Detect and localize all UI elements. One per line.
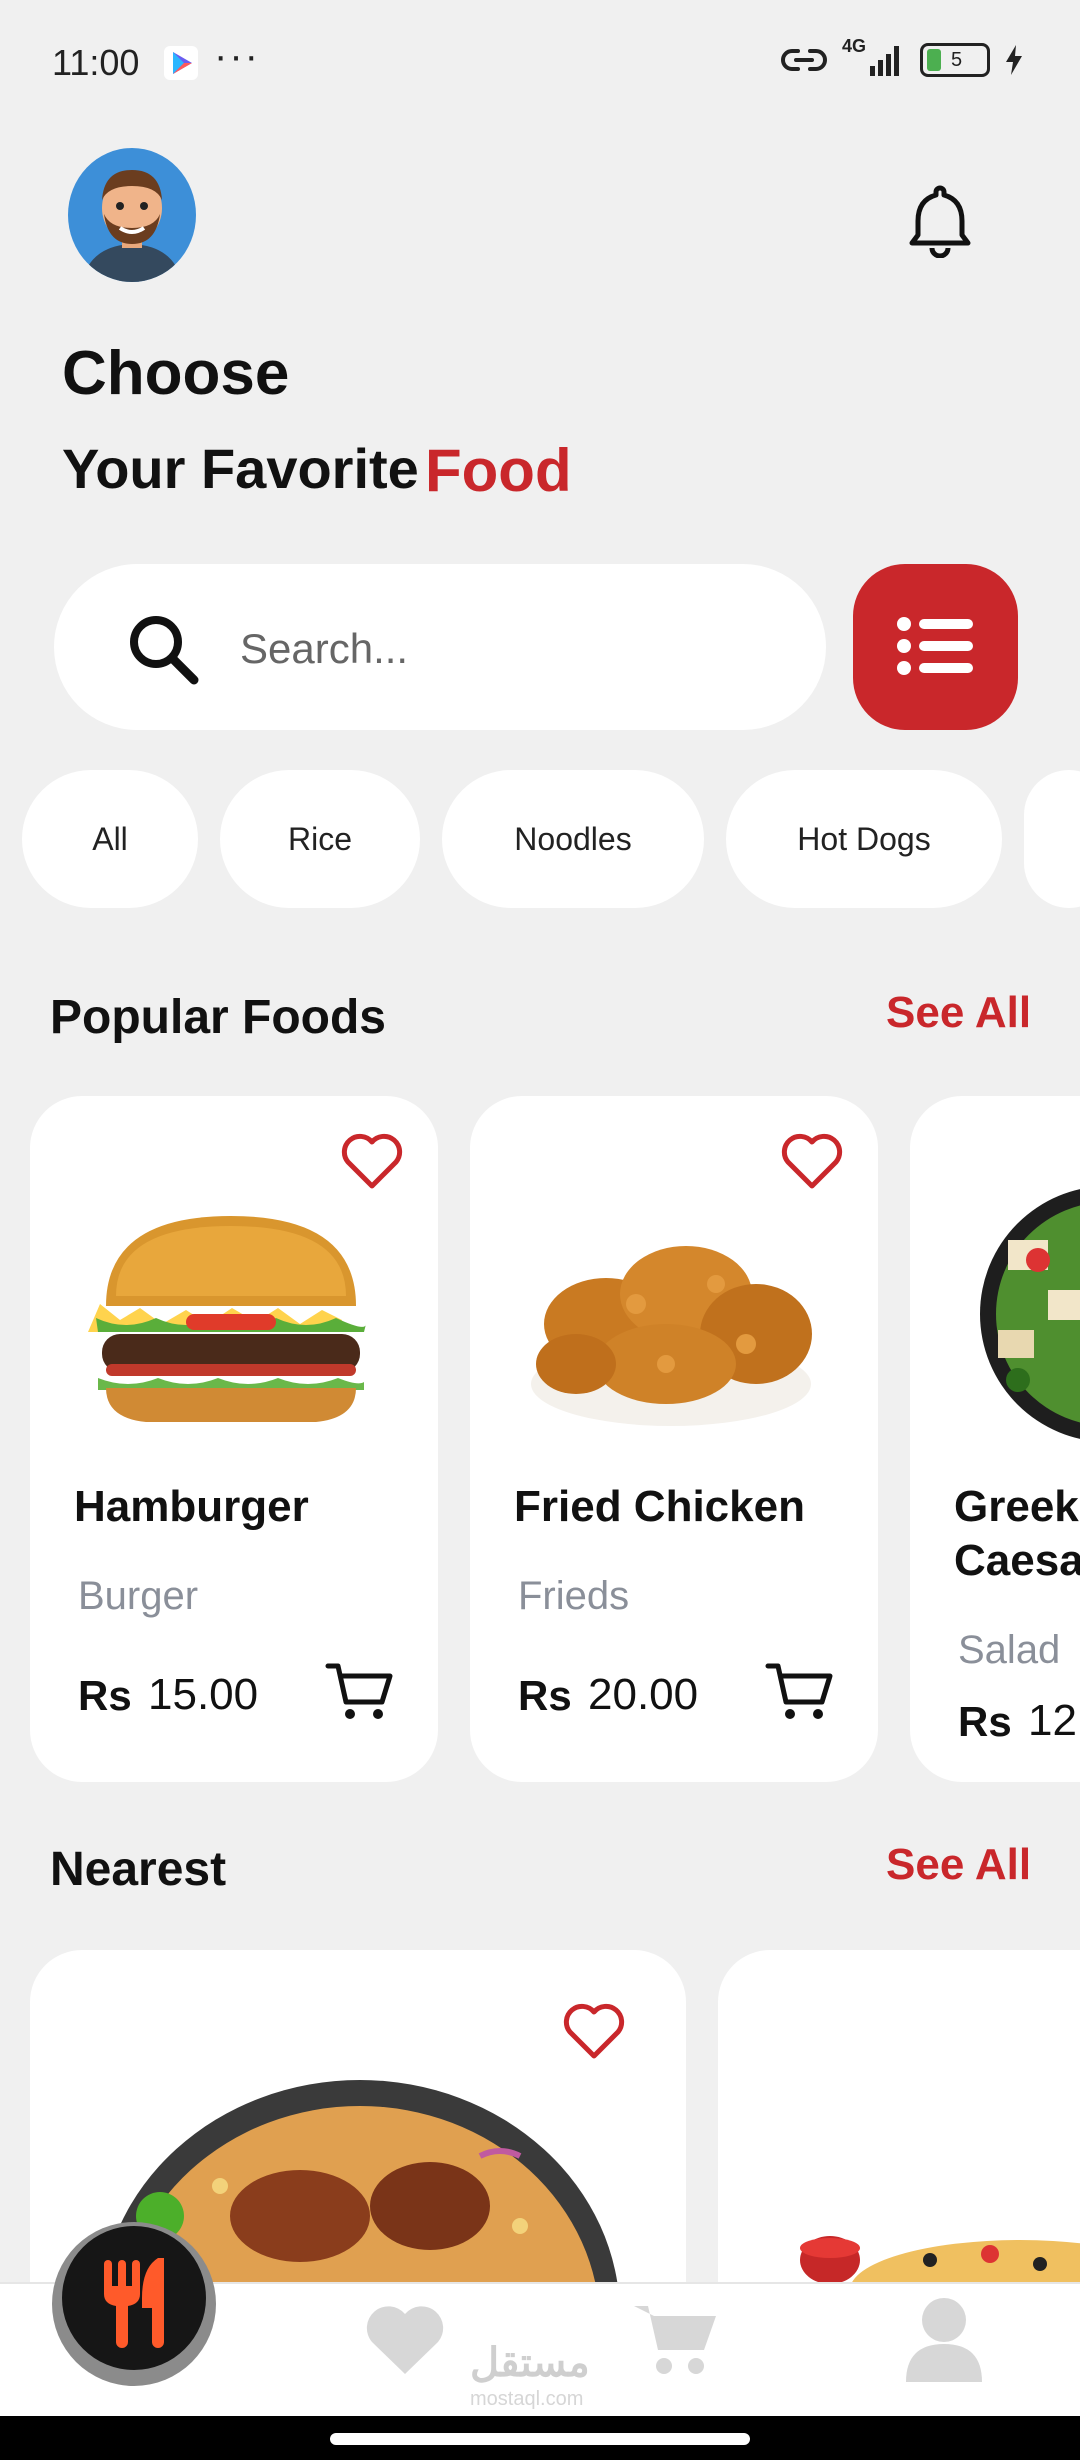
- category-chip-rice[interactable]: Rice: [220, 770, 420, 908]
- category-chip-noodles[interactable]: Noodles: [442, 770, 704, 908]
- food-category: Burger: [78, 1574, 199, 1618]
- fried-chicken-image: [516, 1214, 826, 1434]
- page-title-accent: Food: [425, 437, 572, 504]
- heart-icon[interactable]: [336, 1124, 408, 1196]
- battery-level: 5: [951, 48, 963, 71]
- list-icon: [896, 616, 973, 675]
- price-currency: Rs: [518, 1672, 572, 1719]
- home-indicator[interactable]: [330, 2433, 750, 2445]
- food-name-line1: Greek: [954, 1482, 1079, 1531]
- food-name: Fried Chicken: [514, 1482, 805, 1531]
- add-to-cart-icon[interactable]: [764, 1656, 836, 1728]
- signal-icon: 4G: [842, 36, 906, 80]
- heart-icon[interactable]: [776, 1124, 848, 1196]
- profile-tab-icon[interactable]: [904, 2296, 984, 2382]
- filter-button[interactable]: [853, 564, 1018, 730]
- watermark-sub: mostaql.com: [470, 2388, 584, 2410]
- page-title-line2: Your Favorite: [62, 437, 419, 500]
- cutlery-icon: [104, 2258, 164, 2348]
- popular-foods-title: Popular Foods: [50, 991, 386, 1044]
- watermark-text: مستقل: [470, 2341, 590, 2385]
- heart-icon[interactable]: [558, 1994, 630, 2066]
- food-name: Hamburger: [74, 1482, 309, 1531]
- home-tab[interactable]: [62, 2226, 206, 2370]
- price-currency: Rs: [958, 1698, 1012, 1745]
- popular-see-all-link[interactable]: See All: [886, 988, 1031, 1038]
- nearest-title: Nearest: [50, 1843, 227, 1896]
- category-chip-more[interactable]: [1024, 770, 1080, 908]
- food-name-line2: Caesa: [954, 1536, 1080, 1585]
- pizza-image: [780, 2220, 1080, 2282]
- price-currency: Rs: [78, 1672, 132, 1719]
- status-time: 11:00: [52, 42, 140, 83]
- more-dots: ···: [214, 34, 260, 78]
- cart-tab-icon[interactable]: [632, 2298, 718, 2380]
- battery-icon: 5: [920, 43, 990, 77]
- play-store-icon: [164, 46, 198, 80]
- avatar[interactable]: [68, 148, 196, 282]
- notification-bell-icon[interactable]: [900, 178, 980, 259]
- page-title-line1: Choose: [62, 339, 290, 408]
- favorites-tab-heart-icon[interactable]: [362, 2300, 448, 2380]
- category-chip-all[interactable]: All: [22, 770, 198, 908]
- search-icon: [122, 608, 204, 690]
- category-chip-hot-dogs[interactable]: Hot Dogs: [726, 770, 1002, 908]
- price-value: 12: [1028, 1696, 1077, 1745]
- price-value: 15.00: [148, 1670, 259, 1719]
- hamburger-image: [76, 1196, 386, 1426]
- food-category: Salad: [958, 1628, 1061, 1672]
- search-input[interactable]: [240, 610, 800, 688]
- food-category: Frieds: [518, 1574, 630, 1618]
- link-icon: [781, 49, 827, 71]
- nearest-see-all-link[interactable]: See All: [886, 1840, 1031, 1890]
- salad-image: [978, 1180, 1080, 1448]
- add-to-cart-icon[interactable]: [324, 1656, 396, 1728]
- status-icons: 4G 5: [780, 36, 1024, 80]
- price-value: 20.00: [588, 1670, 699, 1719]
- charging-icon: [1006, 45, 1022, 75]
